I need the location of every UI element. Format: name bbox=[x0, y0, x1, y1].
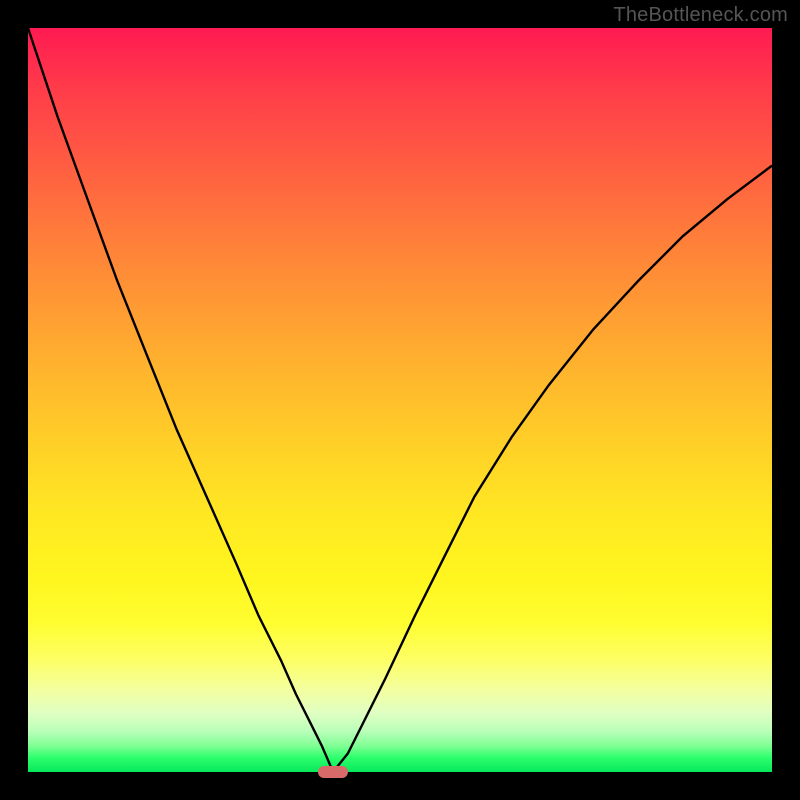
chart-frame: TheBottleneck.com bbox=[0, 0, 800, 800]
bottleneck-curve bbox=[28, 28, 772, 772]
curve-left-branch bbox=[28, 28, 333, 772]
curve-right-branch bbox=[333, 166, 772, 772]
bottleneck-marker bbox=[318, 766, 348, 778]
plot-area bbox=[28, 28, 772, 772]
watermark-text: TheBottleneck.com bbox=[613, 4, 788, 27]
